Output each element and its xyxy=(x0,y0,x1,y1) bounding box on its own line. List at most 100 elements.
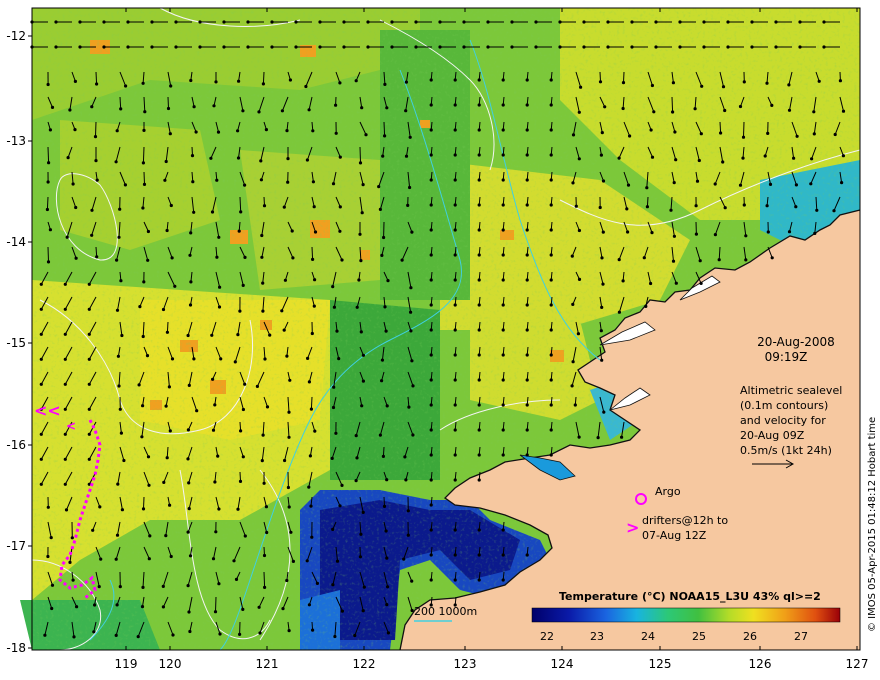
velocity-vector-head xyxy=(549,278,553,282)
velocity-vector-head xyxy=(360,404,364,408)
velocity-vector-head xyxy=(150,45,154,49)
velocity-vector-head xyxy=(429,328,433,332)
velocity-vector-head xyxy=(209,156,213,160)
velocity-vector-head xyxy=(95,255,99,259)
velocity-vector-head xyxy=(313,429,317,433)
velocity-vector-head xyxy=(378,207,382,211)
velocity-vector-head xyxy=(598,205,602,210)
velocity-vector-head xyxy=(766,131,770,135)
velocity-vector-head xyxy=(384,529,388,533)
velocity-vector-head xyxy=(95,82,99,86)
lon-tick-label: 123 xyxy=(454,657,477,671)
velocity-vector-head xyxy=(285,129,289,133)
velocity-vector-head xyxy=(409,310,413,314)
velocity-vector-head xyxy=(477,253,481,257)
argo-label: Argo xyxy=(655,485,681,498)
velocity-vector-head xyxy=(310,331,314,336)
velocity-vector-head xyxy=(678,45,682,49)
velocity-vector-head xyxy=(291,256,295,260)
velocity-vector-head xyxy=(288,78,292,82)
colorbar-tick: 22 xyxy=(540,630,554,643)
velocity-vector xyxy=(95,71,98,85)
velocity-vector-head xyxy=(70,536,74,540)
velocity-vector-head xyxy=(66,156,70,160)
velocity-vector-head xyxy=(453,128,457,132)
velocity-vector-head xyxy=(453,528,457,532)
velocity-vector-head xyxy=(408,185,412,190)
velocity-vector-head xyxy=(342,45,346,49)
velocity-vector-head xyxy=(354,79,358,83)
velocity-vector-head xyxy=(93,603,97,607)
velocity-vector-head xyxy=(236,129,240,133)
velocity-vector-head xyxy=(233,360,237,364)
velocity-vector xyxy=(743,121,745,138)
time-label: 09:19Z xyxy=(765,350,808,364)
altimetry-line: (0.1m contours) xyxy=(740,399,828,412)
velocity-vector-head xyxy=(678,20,682,24)
velocity-vector-head xyxy=(162,480,166,484)
velocity-vector-head xyxy=(294,45,298,49)
velocity-vector-head xyxy=(54,45,58,49)
velocity-vector-head xyxy=(794,183,799,187)
velocity-vector-head xyxy=(453,478,457,482)
velocity-vector-head xyxy=(337,357,341,361)
velocity-vector-head xyxy=(141,334,145,339)
velocity-vector-head xyxy=(378,433,382,437)
velocity-vector-head xyxy=(238,309,242,313)
velocity-vector-head xyxy=(409,329,413,333)
velocity-vector-head xyxy=(414,45,418,49)
velocity-vector-head xyxy=(187,507,191,511)
velocity-vector-head xyxy=(39,457,43,461)
velocity-vector-head xyxy=(168,503,172,507)
velocity-vector-head xyxy=(813,231,817,235)
velocity-vector-head xyxy=(305,559,309,563)
velocity-vector-head xyxy=(169,84,173,88)
velocity-vector-head xyxy=(211,428,216,432)
velocity-vector-head xyxy=(270,20,274,24)
velocity-vector-head xyxy=(117,384,121,388)
velocity-vector-head xyxy=(386,631,390,635)
velocity-vector-head xyxy=(146,258,150,262)
velocity-vector-head xyxy=(78,45,82,49)
velocity-vector-head xyxy=(697,158,701,163)
velocity-vector-head xyxy=(360,211,364,215)
velocity-vector-head xyxy=(331,285,335,289)
velocity-vector-head xyxy=(674,281,678,285)
velocity-vector-head xyxy=(115,129,119,133)
velocity-vector-head xyxy=(238,632,242,637)
velocity-vector-head xyxy=(222,20,226,24)
velocity-vector-head xyxy=(812,132,816,136)
velocity-vector-head xyxy=(49,536,53,540)
velocity-vector-head xyxy=(241,283,245,287)
velocity-vector-head xyxy=(477,103,481,107)
velocity-vector-head xyxy=(192,357,196,361)
velocity-vector-head xyxy=(338,229,342,233)
velocity-vector-head xyxy=(241,455,245,459)
velocity-vector-head xyxy=(698,259,702,263)
velocity-vector-head xyxy=(187,610,191,614)
velocity-vector-head xyxy=(429,528,433,532)
drifters-label: drifters@12h to xyxy=(642,514,728,527)
velocity-vector-head xyxy=(115,603,119,607)
velocity-vector-head xyxy=(63,382,67,386)
velocity-vector-head xyxy=(263,357,267,361)
velocity-vector-head xyxy=(582,20,586,24)
velocity-vector-head xyxy=(649,281,653,286)
velocity-vector-head xyxy=(73,128,77,132)
velocity-vector-head xyxy=(558,20,562,24)
velocity-vector-head xyxy=(738,104,743,109)
velocity-vector-head xyxy=(312,205,316,209)
velocity-vector-head xyxy=(598,80,603,84)
velocity-vector-head xyxy=(218,632,222,636)
velocity-vector-head xyxy=(311,129,315,133)
velocity-vector-head xyxy=(702,20,706,24)
velocity-vector-head xyxy=(383,134,387,138)
velocity-vector-head xyxy=(189,280,193,284)
velocity-vector-head xyxy=(170,256,174,260)
velocity-vector-head xyxy=(501,178,505,182)
velocity-vector-head xyxy=(358,232,362,236)
velocity-vector-head xyxy=(477,178,481,182)
velocity-vector-head xyxy=(71,182,75,186)
velocity-vector-head xyxy=(173,284,177,288)
velocity-vector-head xyxy=(71,578,75,582)
